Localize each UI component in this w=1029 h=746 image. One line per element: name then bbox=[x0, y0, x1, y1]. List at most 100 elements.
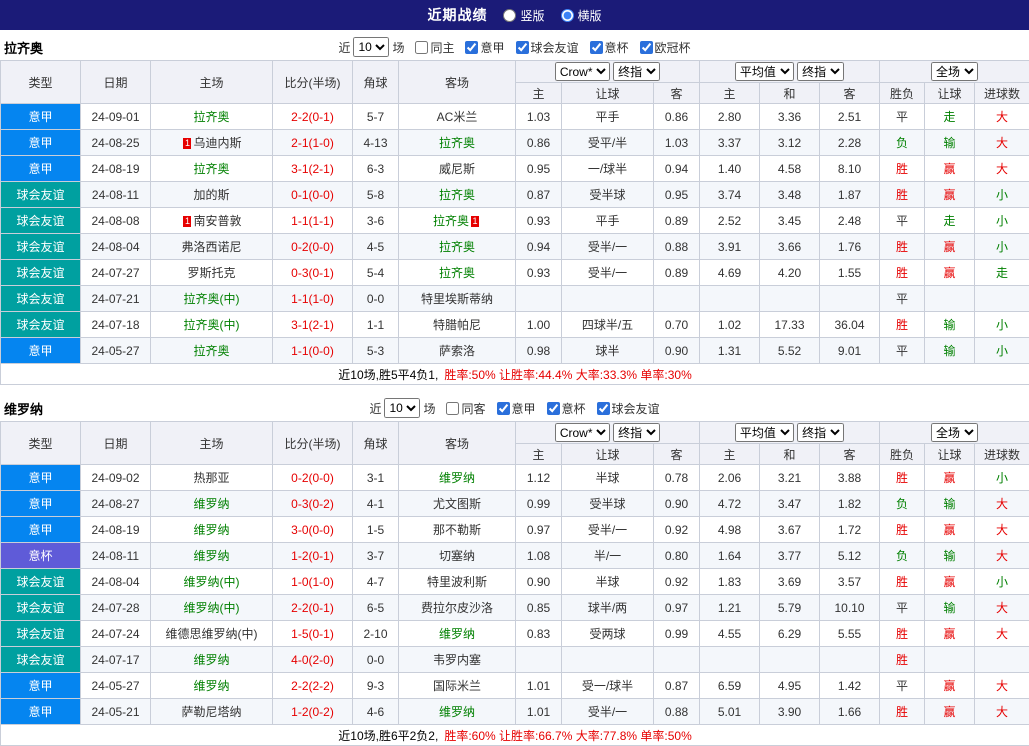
euro-odds-away: 1.72 bbox=[820, 517, 880, 543]
checkbox-input[interactable] bbox=[497, 402, 510, 415]
euro-avg-select[interactable]: 平均值 bbox=[735, 423, 794, 442]
home-team-link[interactable]: 维罗纳 bbox=[193, 679, 229, 693]
checkbox-input[interactable] bbox=[465, 41, 478, 54]
filter-checkbox-0[interactable]: 同主 bbox=[415, 39, 454, 56]
filter-checkbox-2[interactable]: 球会友谊 bbox=[516, 39, 579, 56]
filter-checkbox-3[interactable]: 球会友谊 bbox=[597, 400, 660, 417]
home-team-cell: 维罗纳 bbox=[151, 647, 273, 673]
home-team-link[interactable]: 维德思维罗纳(中) bbox=[166, 627, 258, 641]
away-team-link[interactable]: 特里波利斯 bbox=[427, 575, 487, 589]
sub-th-home-odds: 主 bbox=[516, 444, 562, 465]
result-cell: 负 bbox=[880, 130, 925, 156]
home-team-cell: 拉齐奥 bbox=[151, 104, 273, 130]
asian-stage-select[interactable]: 终指 bbox=[613, 62, 660, 81]
filter-checkbox-4[interactable]: 欧冠杯 bbox=[640, 39, 691, 56]
home-team-link[interactable]: 拉齐奥 bbox=[193, 110, 229, 124]
checkbox-input[interactable] bbox=[516, 41, 529, 54]
scope-select[interactable]: 全场 bbox=[931, 62, 978, 81]
home-team-link[interactable]: 维罗纳 bbox=[193, 653, 229, 667]
home-team-link[interactable]: 拉齐奥 bbox=[193, 344, 229, 358]
euro-avg-select[interactable]: 平均值 bbox=[735, 62, 794, 81]
home-team-link[interactable]: 罗斯托克 bbox=[187, 266, 235, 280]
filter-checkbox-2[interactable]: 意杯 bbox=[547, 400, 586, 417]
asian-odds-handicap bbox=[562, 647, 654, 673]
home-team-link[interactable]: 乌迪内斯 bbox=[193, 136, 241, 150]
away-team-link[interactable]: 特里埃斯蒂纳 bbox=[421, 292, 493, 306]
recent-count-select[interactable]: 10 bbox=[353, 37, 389, 57]
scope-select[interactable]: 全场 bbox=[931, 423, 978, 442]
asian-stage-select[interactable]: 终指 bbox=[613, 423, 660, 442]
home-team-link[interactable]: 维罗纳(中) bbox=[184, 601, 240, 615]
filter-checkbox-0[interactable]: 同客 bbox=[446, 400, 485, 417]
euro-odds-home bbox=[700, 647, 760, 673]
corner-cell: 5-7 bbox=[353, 104, 399, 130]
home-team-link[interactable]: 拉齐奥(中) bbox=[184, 292, 240, 306]
euro-odds-away: 3.57 bbox=[820, 569, 880, 595]
home-team-link[interactable]: 南安普敦 bbox=[193, 214, 241, 228]
checkbox-input[interactable] bbox=[640, 41, 653, 54]
away-team-link[interactable]: 韦罗内塞 bbox=[433, 653, 481, 667]
league-badge: 意甲 bbox=[1, 517, 81, 543]
filter-checkbox-1[interactable]: 意甲 bbox=[465, 39, 504, 56]
home-team-link[interactable]: 热那亚 bbox=[193, 471, 229, 485]
score-cell: 3-0(0-0) bbox=[273, 517, 353, 543]
away-team-link[interactable]: 拉齐奥 bbox=[439, 136, 475, 150]
away-team-link[interactable]: 维罗纳 bbox=[439, 471, 475, 485]
asian-odds-away: 0.86 bbox=[654, 104, 700, 130]
away-team-cell: 切塞纳 bbox=[399, 543, 516, 569]
away-team-link[interactable]: 拉齐奥 bbox=[439, 188, 475, 202]
away-team-link[interactable]: AC米兰 bbox=[437, 110, 478, 124]
away-team-link[interactable]: 拉齐奥 bbox=[439, 266, 475, 280]
col-header-type: 类型 bbox=[1, 422, 81, 465]
asian-odds-home: 0.97 bbox=[516, 517, 562, 543]
checkbox-input[interactable] bbox=[446, 402, 459, 415]
home-team-link[interactable]: 维罗纳 bbox=[193, 523, 229, 537]
match-date-cell: 24-07-17 bbox=[81, 647, 151, 673]
score-cell: 3-1(2-1) bbox=[273, 312, 353, 338]
home-team-link[interactable]: 拉齐奥 bbox=[193, 162, 229, 176]
checkbox-input[interactable] bbox=[415, 41, 428, 54]
home-team-link[interactable]: 弗洛西诺尼 bbox=[181, 240, 241, 254]
bookmaker-select[interactable]: Crow* bbox=[555, 423, 610, 442]
away-team-link[interactable]: 费拉尔皮沙洛 bbox=[421, 601, 493, 615]
view-option-vertical[interactable]: 竖版 bbox=[503, 7, 544, 24]
home-team-link[interactable]: 拉齐奥(中) bbox=[184, 318, 240, 332]
home-team-link[interactable]: 维罗纳 bbox=[193, 497, 229, 511]
home-team-link[interactable]: 维罗纳(中) bbox=[184, 575, 240, 589]
euro-odds-draw bbox=[760, 286, 820, 312]
away-team-link[interactable]: 维罗纳 bbox=[439, 627, 475, 641]
away-team-link[interactable]: 威尼斯 bbox=[439, 162, 475, 176]
filter-checkbox-1[interactable]: 意甲 bbox=[497, 400, 536, 417]
euro-odds-away: 1.82 bbox=[820, 491, 880, 517]
league-badge: 球会友谊 bbox=[1, 208, 81, 234]
checkbox-input[interactable] bbox=[597, 402, 610, 415]
filter-checkbox-3[interactable]: 意杯 bbox=[590, 39, 629, 56]
col-header-date: 日期 bbox=[81, 61, 151, 104]
euro-odds-draw: 3.12 bbox=[760, 130, 820, 156]
away-team-link[interactable]: 萨索洛 bbox=[439, 344, 475, 358]
euro-odds-home: 4.98 bbox=[700, 517, 760, 543]
away-team-link[interactable]: 国际米兰 bbox=[433, 679, 481, 693]
home-team-link[interactable]: 萨勒尼塔纳 bbox=[181, 705, 241, 719]
away-team-link[interactable]: 维罗纳 bbox=[439, 705, 475, 719]
checkbox-input[interactable] bbox=[547, 402, 560, 415]
view-option-horizontal[interactable]: 横版 bbox=[561, 7, 602, 24]
checkbox-input[interactable] bbox=[590, 41, 603, 54]
bookmaker-select[interactable]: Crow* bbox=[555, 62, 610, 81]
away-team-link[interactable]: 拉齐奥 bbox=[433, 214, 469, 228]
section-header: 拉齐奥 近 10 场 同主意甲球会友谊意杯欧冠杯 bbox=[0, 34, 1029, 60]
home-team-link[interactable]: 加的斯 bbox=[193, 188, 229, 202]
summary-row: 近10场,胜5平4负1,胜率:50% 让胜率:44.4% 大率:33.3% 单率… bbox=[1, 364, 1029, 385]
recent-count-select[interactable]: 10 bbox=[384, 398, 420, 418]
asian-odds-home: 0.95 bbox=[516, 156, 562, 182]
euro-stage-select[interactable]: 终指 bbox=[797, 423, 844, 442]
away-team-link[interactable]: 切塞纳 bbox=[439, 549, 475, 563]
away-team-link[interactable]: 特腊帕尼 bbox=[433, 318, 481, 332]
horizontal-radio[interactable] bbox=[561, 9, 574, 22]
away-team-link[interactable]: 那不勒斯 bbox=[433, 523, 481, 537]
vertical-radio[interactable] bbox=[503, 9, 516, 22]
away-team-link[interactable]: 尤文图斯 bbox=[433, 497, 481, 511]
euro-stage-select[interactable]: 终指 bbox=[797, 62, 844, 81]
home-team-link[interactable]: 维罗纳 bbox=[193, 549, 229, 563]
away-team-link[interactable]: 拉齐奥 bbox=[439, 240, 475, 254]
